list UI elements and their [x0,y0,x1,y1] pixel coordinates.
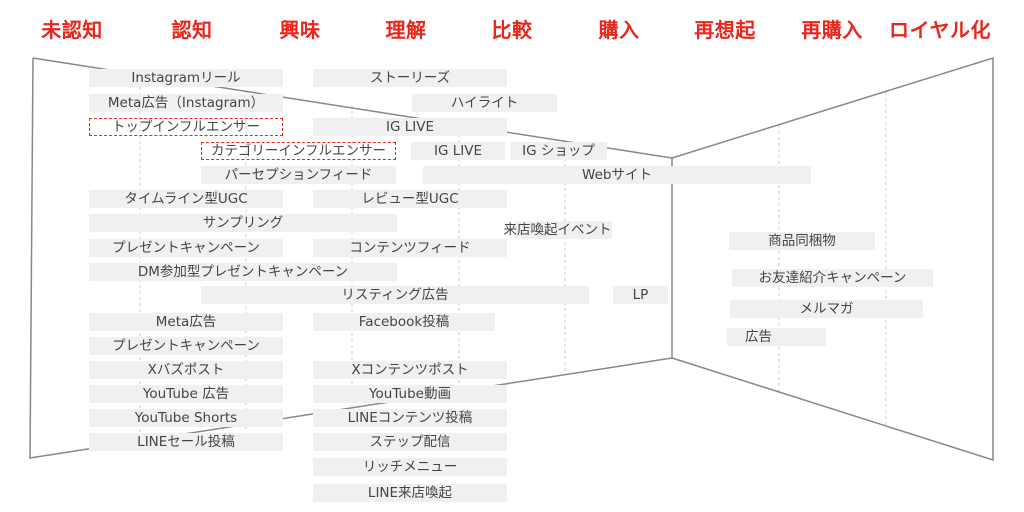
stage-label-understanding: 理解 [385,18,427,42]
item-timeline-ugc: タイムライン型UGC [89,190,283,208]
item-present-campaign: プレゼントキャンペーン [89,239,283,257]
item-meta-ads-instagram: Meta広告（Instagram） [89,94,283,112]
funnel-diagram: 未認知 認知 興味 理解 比較 購入 再想起 再購入 ロイヤル化 Instagr… [0,0,1024,512]
item-referral-campaign: お友達紹介キャンペーン [732,269,933,287]
stage-label-unaware: 未認知 [41,18,103,42]
stage-label-comparison: 比較 [491,18,533,42]
item-sampling: サンプリング [89,214,397,232]
item-review-ugc: レビュー型UGC [313,190,507,208]
item-ig-shop: IG ショップ [510,142,607,160]
item-perception-feed: パーセプションフィード [201,166,396,184]
item-line-content-post: LINEコンテンツ投稿 [313,409,507,427]
item-listing-ads: リスティング広告 [201,286,589,304]
stage-label-recall: 再想起 [694,18,756,42]
item-retargeting-ads: 広告 [727,328,826,346]
item-newsletter: メルマガ [730,300,923,318]
item-ig-live-2: IG LIVE [411,142,505,160]
item-x-buzz-post: Xバズポスト [89,361,283,379]
item-x-content-post: Xコンテンツポスト [313,361,507,379]
item-youtube-video: YouTube動画 [313,385,507,403]
item-stories: ストーリーズ [313,69,507,87]
item-content-feed: コンテンツフィード [313,239,507,257]
stage-label-awareness: 認知 [171,18,213,42]
item-instagram-reels: Instagramリール [89,69,283,87]
item-youtube-ads: YouTube 広告 [89,385,283,403]
item-store-visit-event: 来店喚起イベント [503,221,612,239]
item-top-influencer: トップインフルエンサー [89,118,283,136]
item-highlights: ハイライト [412,94,557,112]
item-lp: LP [613,286,668,304]
item-line-sale-post: LINEセール投稿 [89,433,283,451]
stage-label-loyalty: ロイヤル化 [889,18,991,42]
item-present-campaign-2: プレゼントキャンペーン [89,337,283,355]
stage-label-interest: 興味 [279,18,321,42]
item-facebook-post: Facebook投稿 [313,313,495,331]
item-ig-live: IG LIVE [313,118,507,136]
item-category-influencer: カテゴリーインフルエンサー [201,142,396,160]
item-rich-menu: リッチメニュー [313,458,507,476]
item-youtube-shorts: YouTube Shorts [89,409,283,427]
stage-label-repurchase: 再購入 [801,18,863,42]
stage-label-purchase: 購入 [598,18,640,42]
item-package-insert: 商品同梱物 [729,232,875,250]
item-step-delivery: ステップ配信 [313,433,507,451]
item-dm-present-campaign: DM参加型プレゼントキャンペーン [89,263,397,281]
item-website: Webサイト [423,166,811,184]
item-meta-ads: Meta広告 [89,313,283,331]
retention-funnel-shape [671,56,994,462]
item-line-store-visit: LINE来店喚起 [313,484,507,502]
